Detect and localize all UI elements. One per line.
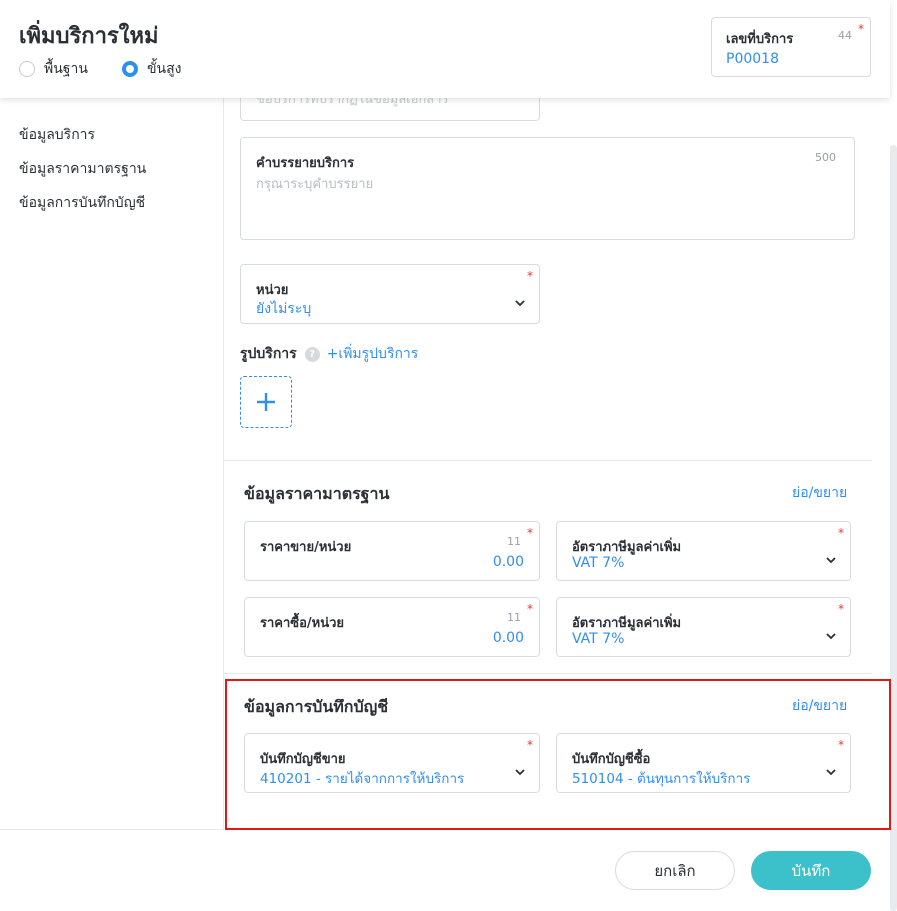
- service-number-value[interactable]: P00018: [726, 51, 779, 67]
- service-name-placeholder: ชื่อบริการที่ปรากฏในข้อมูลเอกสาร: [256, 98, 449, 107]
- service-number-field[interactable]: เลขที่บริการ 44 * P00018: [711, 17, 871, 77]
- accounting-section-title: ข้อมูลการบันทึกบัญชี: [244, 697, 389, 716]
- radio-advanced-label: ขั้นสูง: [146, 61, 182, 77]
- section-nav: ข้อมูลบริการ ข้อมูลราคามาตรฐาน ข้อมูลการ…: [0, 98, 224, 829]
- sale-vat-label: อัตราภาษีมูลค่าเพิ่ม: [572, 540, 682, 555]
- unit-select[interactable]: หน่วย * ยังไม่ระบุ: [240, 264, 540, 324]
- page-title: เพิ่มบริการใหม่: [19, 24, 159, 49]
- description-field[interactable]: คำบรรยายบริการ 500 กรุณาระบุคำบรรยาย: [240, 137, 855, 240]
- required-mark: *: [838, 738, 844, 752]
- plus-icon: [257, 393, 275, 411]
- service-image-row: รูปบริการ ? +เพิ่มรูปบริการ: [240, 343, 418, 365]
- modal-footer: ยกเลิก บันทึก: [0, 829, 890, 911]
- buy-vat-select[interactable]: อัตราภาษีมูลค่าเพิ่ม * VAT 7%: [556, 597, 851, 657]
- sales-account-select[interactable]: บันทึกบัญชีขาย * 410201 - รายได้จากการให…: [244, 733, 540, 793]
- service-image-label: รูปบริการ: [240, 346, 297, 362]
- service-name-field[interactable]: ชื่อบริการที่ปรากฏในข้อมูลเอกสาร: [240, 98, 540, 121]
- chevron-down-icon: [826, 769, 836, 776]
- description-placeholder: กรุณาระบุคำบรรยาย: [256, 177, 374, 192]
- service-number-counter: 44: [838, 29, 852, 42]
- modal-header: เพิ่มบริการใหม่ พื้นฐาน ขั้นสูง เลขที่บร…: [0, 0, 890, 98]
- mode-radio-group: พื้นฐาน ขั้นสูง: [19, 58, 216, 80]
- sale-vat-value: VAT 7%: [572, 555, 625, 571]
- sale-vat-select[interactable]: อัตราภาษีมูลค่าเพิ่ม * VAT 7%: [556, 521, 851, 581]
- nav-item-service-info[interactable]: ข้อมูลบริการ: [19, 124, 95, 146]
- form-content: ชื่อบริการที่ปรากฏในข้อมูลเอกสาร คำบรรยา…: [224, 98, 890, 829]
- radio-basic-label: พื้นฐาน: [44, 61, 88, 77]
- radio-basic[interactable]: พื้นฐาน: [19, 58, 88, 80]
- description-label: คำบรรยายบริการ: [256, 156, 355, 171]
- nav-item-pricing[interactable]: ข้อมูลราคามาตรฐาน: [19, 158, 146, 180]
- chevron-down-icon: [826, 557, 836, 564]
- buy-price-counter: 11: [507, 611, 521, 624]
- service-number-label: เลขที่บริการ: [726, 32, 794, 47]
- chevron-down-icon: [515, 300, 525, 307]
- required-mark: *: [527, 526, 533, 540]
- sale-price-counter: 11: [507, 535, 521, 548]
- buy-price-field[interactable]: ราคาซื้อ/หน่วย 11 * 0.00: [244, 597, 540, 657]
- required-mark: *: [858, 22, 864, 36]
- radio-advanced[interactable]: ขั้นสูง: [121, 58, 182, 80]
- purchase-account-value: 510104 - ต้นทุนการให้บริการ: [572, 771, 751, 787]
- scrollbar[interactable]: [890, 145, 897, 911]
- accounting-collapse-toggle[interactable]: ย่อ/ขยาย: [792, 695, 847, 717]
- divider: [224, 673, 872, 674]
- sale-price-field[interactable]: ราคาขาย/หน่วย 11 * 0.00: [244, 521, 540, 581]
- chevron-down-icon: [826, 633, 836, 640]
- purchase-account-select[interactable]: บันทึกบัญชีซื้อ * 510104 - ต้นทุนการให้บ…: [556, 733, 851, 793]
- pricing-section-title: ข้อมูลราคามาตรฐาน: [244, 484, 390, 503]
- buy-price-label: ราคาซื้อ/หน่วย: [260, 616, 345, 631]
- chevron-down-icon: [515, 769, 525, 776]
- buy-vat-value: VAT 7%: [572, 631, 625, 647]
- purchase-account-label: บันทึกบัญชีซื้อ: [572, 752, 651, 767]
- sale-price-value[interactable]: 0.00: [493, 554, 524, 570]
- sale-price-label: ราคาขาย/หน่วย: [260, 540, 352, 555]
- radio-off-icon: [19, 61, 35, 77]
- unit-label: หน่วย: [256, 283, 289, 298]
- description-counter: 500: [815, 151, 836, 164]
- nav-item-accounting[interactable]: ข้อมูลการบันทึกบัญชี: [19, 192, 145, 214]
- radio-on-icon: [121, 61, 138, 77]
- required-mark: *: [527, 738, 533, 752]
- buy-price-value[interactable]: 0.00: [493, 630, 524, 646]
- pricing-collapse-toggle[interactable]: ย่อ/ขยาย: [792, 482, 847, 504]
- sales-account-label: บันทึกบัญชีขาย: [260, 752, 346, 767]
- buy-vat-label: อัตราภาษีมูลค่าเพิ่ม: [572, 616, 682, 631]
- add-image-button[interactable]: [240, 376, 292, 428]
- sales-account-value: 410201 - รายได้จากการให้บริการ: [260, 771, 465, 787]
- add-image-link[interactable]: +เพิ่มรูปบริการ: [327, 343, 419, 365]
- required-mark: *: [527, 269, 533, 283]
- unit-value: ยังไม่ระบุ: [256, 301, 312, 317]
- cancel-button[interactable]: ยกเลิก: [615, 851, 735, 890]
- required-mark: *: [527, 602, 533, 616]
- required-mark: *: [838, 526, 844, 540]
- save-button[interactable]: บันทึก: [751, 851, 871, 890]
- help-icon[interactable]: ?: [304, 346, 320, 362]
- required-mark: *: [838, 602, 844, 616]
- divider: [224, 460, 872, 461]
